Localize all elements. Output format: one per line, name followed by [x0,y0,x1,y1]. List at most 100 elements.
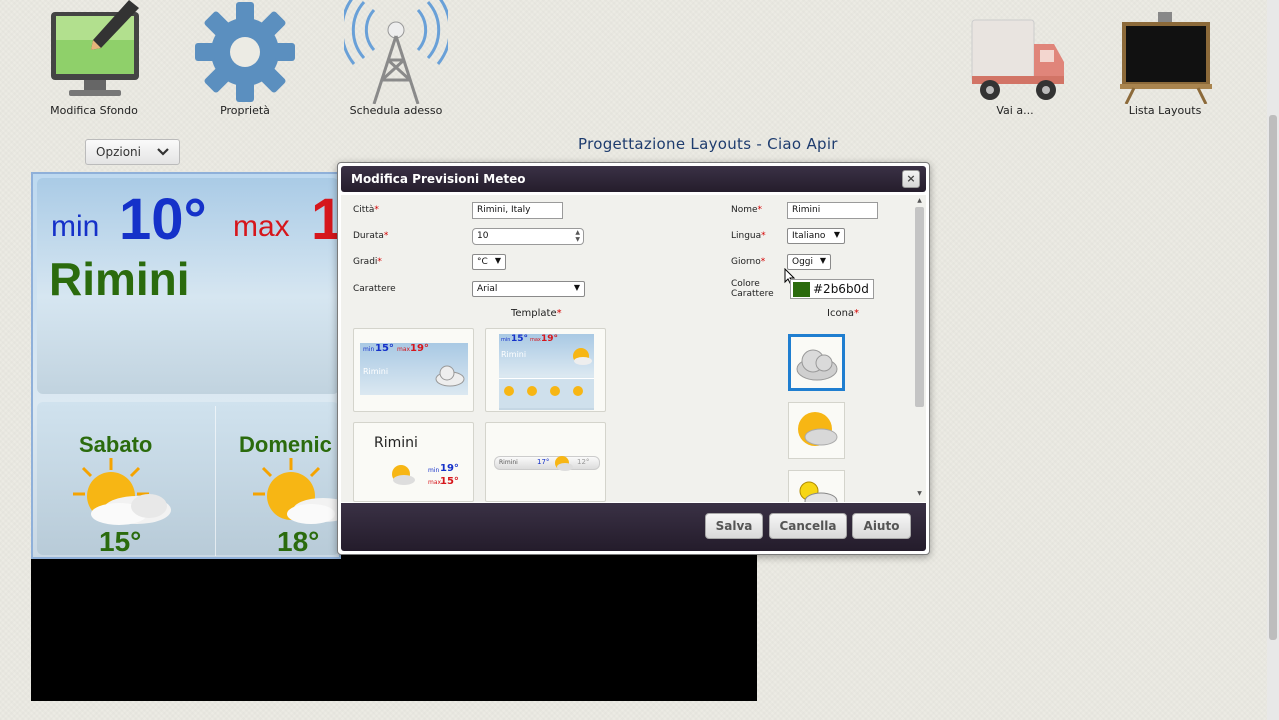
icon-option[interactable] [788,402,845,459]
toolbar-vai-a[interactable]: Vai a... [950,0,1080,117]
dropdown-arrow-icon: ▼ [573,283,580,292]
required-mark: * [556,308,562,319]
gear-icon [195,2,295,102]
citta-input[interactable]: Rimini, Italy [472,202,563,219]
sun-cloud-icon [73,458,171,525]
template-thumbnail: min 15° max 19° Rimini [360,343,468,395]
day-name: Domenic [239,432,332,457]
thumb-min-label: min [501,337,511,343]
icona-label: Icona* [827,308,859,319]
required-mark: * [383,231,389,241]
cancel-button[interactable]: Cancella [769,513,847,539]
dialog-titlebar[interactable]: Modifica Previsioni Meteo × [341,166,926,192]
gradi-select[interactable]: °C ▼ [472,254,506,270]
cloud-icon [796,349,838,381]
thumb-max-label: max [530,337,541,343]
save-button[interactable]: Salva [705,513,763,539]
required-mark: * [761,231,766,241]
colore-label: Colore Carattere [731,279,774,299]
sun-cloud-icon [555,456,573,471]
sun-cloud-icon [573,348,592,365]
carattere-value: Arial [477,284,498,294]
field-label-text: Carattere [731,289,774,299]
day-temp: 18° [277,526,320,557]
toolbar-schedula[interactable]: Schedula adesso [331,0,461,117]
field-label-text: Gradi [353,257,378,267]
thumb-min-label: min [428,467,440,474]
options-label: Opzioni [96,145,141,159]
template-option[interactable]: min 15° max 19° Rimini [353,328,474,412]
weather-widget-preview[interactable]: min 10° max 1 Rimini Sabato 15° Domenic … [31,172,341,559]
field-label-text: Durata [353,231,384,241]
dropdown-arrow-icon: ▼ [819,256,826,265]
sun-cloud-icon [253,458,339,524]
section-label-text: Icona [827,308,855,319]
template-thumbnail: min 15° max 19° Rimini [499,334,594,410]
scrollbar-thumb[interactable] [1269,115,1277,640]
carattere-label: Carattere [353,284,396,294]
citta-label: Città* [353,205,379,215]
lingua-select[interactable]: Italiano ▼ [787,228,845,244]
thumb-max-value: 15° [440,476,459,487]
day-divider [215,406,216,556]
thumb-min-value: 15° [511,334,529,344]
icon-option-selected[interactable] [788,334,845,391]
dropdown-arrow-icon: ▼ [494,256,501,265]
lingua-label: Lingua* [731,231,766,241]
field-label-text: Nome [731,205,758,215]
chevron-down-icon [157,148,169,156]
options-dropdown[interactable]: Opzioni [85,139,180,165]
template-option[interactable]: min 15° max 19° Rimini [485,328,606,412]
scroll-up-icon[interactable]: ▲ [915,197,924,204]
toolbar-proprieta[interactable]: Proprietà [180,0,310,117]
close-button[interactable]: × [902,170,920,188]
section-label-text: Template [511,308,557,319]
gradi-value: °C [477,257,488,267]
toolbar-label: Proprietà [220,104,270,117]
thumb-max-label: max [397,346,411,353]
carattere-select[interactable]: Arial ▼ [472,281,585,297]
weather-edit-dialog[interactable]: Modifica Previsioni Meteo × Città* Rimin… [337,162,930,555]
help-button[interactable]: Aiuto [852,513,911,539]
thumb-value-1: 17° [537,458,550,466]
required-mark: * [377,257,382,267]
template-thumbnail: Rimini 17° 12° [494,456,600,471]
thumb-city: Rimini [499,459,518,466]
nome-input[interactable]: Rimini [787,202,878,219]
partly-sunny-icon [799,481,838,502]
thumb-forecast-row [499,378,594,408]
template-option[interactable]: Rimini min 19° max 15° [353,422,474,502]
close-icon: × [906,172,916,185]
toolbar-label: Schedula adesso [349,104,443,117]
durata-value: 10 [477,231,489,241]
durata-stepper[interactable]: 10 ▲ ▼ [472,228,584,245]
giorno-label: Giorno* [731,257,765,267]
thumb-city: Rimini [501,350,527,359]
scroll-down-icon[interactable]: ▼ [915,490,924,497]
toolbar-label: Modifica Sfondo [50,104,138,117]
required-mark: * [757,205,763,215]
toolbar-modifica-sfondo[interactable]: Modifica Sfondo [29,0,159,117]
city-name: Rimini [49,253,190,305]
dialog-scrollbar[interactable]: ▲ ▼ [915,197,924,497]
nome-label: Nome* [731,205,762,215]
stepper-arrows-icon[interactable]: ▲ ▼ [575,229,580,243]
icon-option[interactable] [788,470,845,502]
sun-cloud-icon [392,465,415,485]
color-swatch[interactable] [793,282,810,297]
colore-value: #2b6b0d [813,282,869,296]
template-label: Template* [511,308,562,319]
field-label-text: Giorno [731,257,761,267]
thumb-min-label: min [363,346,375,353]
lingua-value: Italiano [792,231,826,241]
template-option[interactable]: Rimini 17° 12° [485,422,606,502]
forecast-mini-icons [504,386,583,396]
thumb-city: Rimini [363,367,389,376]
dialog-scrollbar-thumb[interactable] [915,207,924,407]
colore-input[interactable]: #2b6b0d [790,279,874,299]
day-temp: 15° [99,526,142,557]
page-scrollbar[interactable] [1267,0,1279,720]
durata-label: Durata* [353,231,388,241]
toolbar-lista-layouts[interactable]: Lista Layouts [1100,0,1230,117]
truck-icon [971,19,1064,100]
